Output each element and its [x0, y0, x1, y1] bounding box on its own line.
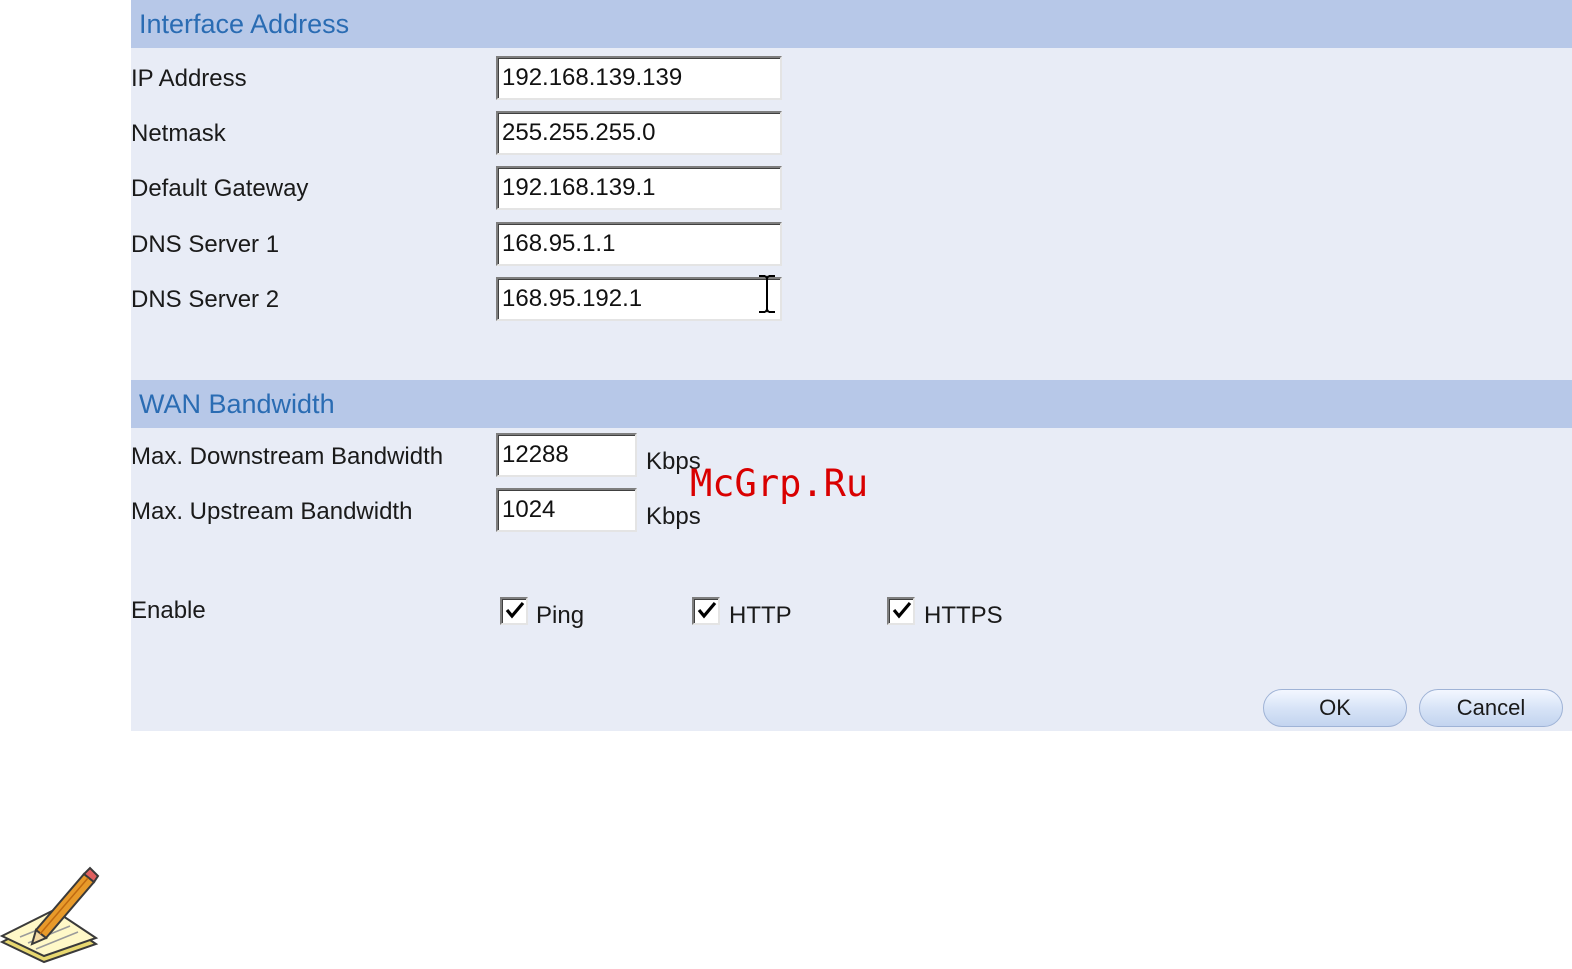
ip-address-input[interactable] — [496, 56, 782, 100]
dns-server-1-label: DNS Server 1 — [131, 231, 280, 258]
settings-panel: Interface Address IP Address Netmask Def… — [131, 0, 1572, 731]
https-label: HTTPS — [924, 602, 1003, 629]
max-downstream-label: Max. Downstream Bandwidth — [131, 443, 444, 470]
checkmark-icon — [892, 601, 912, 619]
max-upstream-input[interactable] — [496, 488, 637, 532]
checkmark-icon — [697, 601, 717, 619]
default-gateway-label: Default Gateway — [131, 175, 309, 202]
netmask-label: Netmask — [131, 120, 226, 147]
enable-label: Enable — [131, 597, 206, 624]
wan-bandwidth-header: WAN Bandwidth — [131, 380, 1572, 428]
dns-server-2-label: DNS Server 2 — [131, 286, 280, 313]
watermark-text: McGrp.Ru — [690, 462, 869, 505]
dns-server-2-input[interactable] — [496, 277, 782, 321]
ping-label: Ping — [536, 602, 585, 629]
upstream-unit: Kbps — [646, 503, 701, 530]
interface-address-header: Interface Address — [131, 0, 1572, 48]
dns-server-1-input[interactable] — [496, 222, 782, 266]
ping-checkbox[interactable] — [500, 597, 528, 625]
max-upstream-label: Max. Upstream Bandwidth — [131, 498, 413, 525]
text-cursor-icon — [756, 274, 778, 319]
cancel-button[interactable]: Cancel — [1419, 689, 1563, 727]
max-downstream-input[interactable] — [496, 433, 637, 477]
http-label: HTTP — [729, 602, 792, 629]
ip-address-label: IP Address — [131, 65, 247, 92]
netmask-input[interactable] — [496, 111, 782, 155]
note-pencil-icon — [0, 864, 100, 969]
ok-button[interactable]: OK — [1263, 689, 1407, 727]
https-checkbox[interactable] — [887, 597, 915, 625]
default-gateway-input[interactable] — [496, 166, 782, 210]
http-checkbox[interactable] — [692, 597, 720, 625]
checkmark-icon — [505, 601, 525, 619]
